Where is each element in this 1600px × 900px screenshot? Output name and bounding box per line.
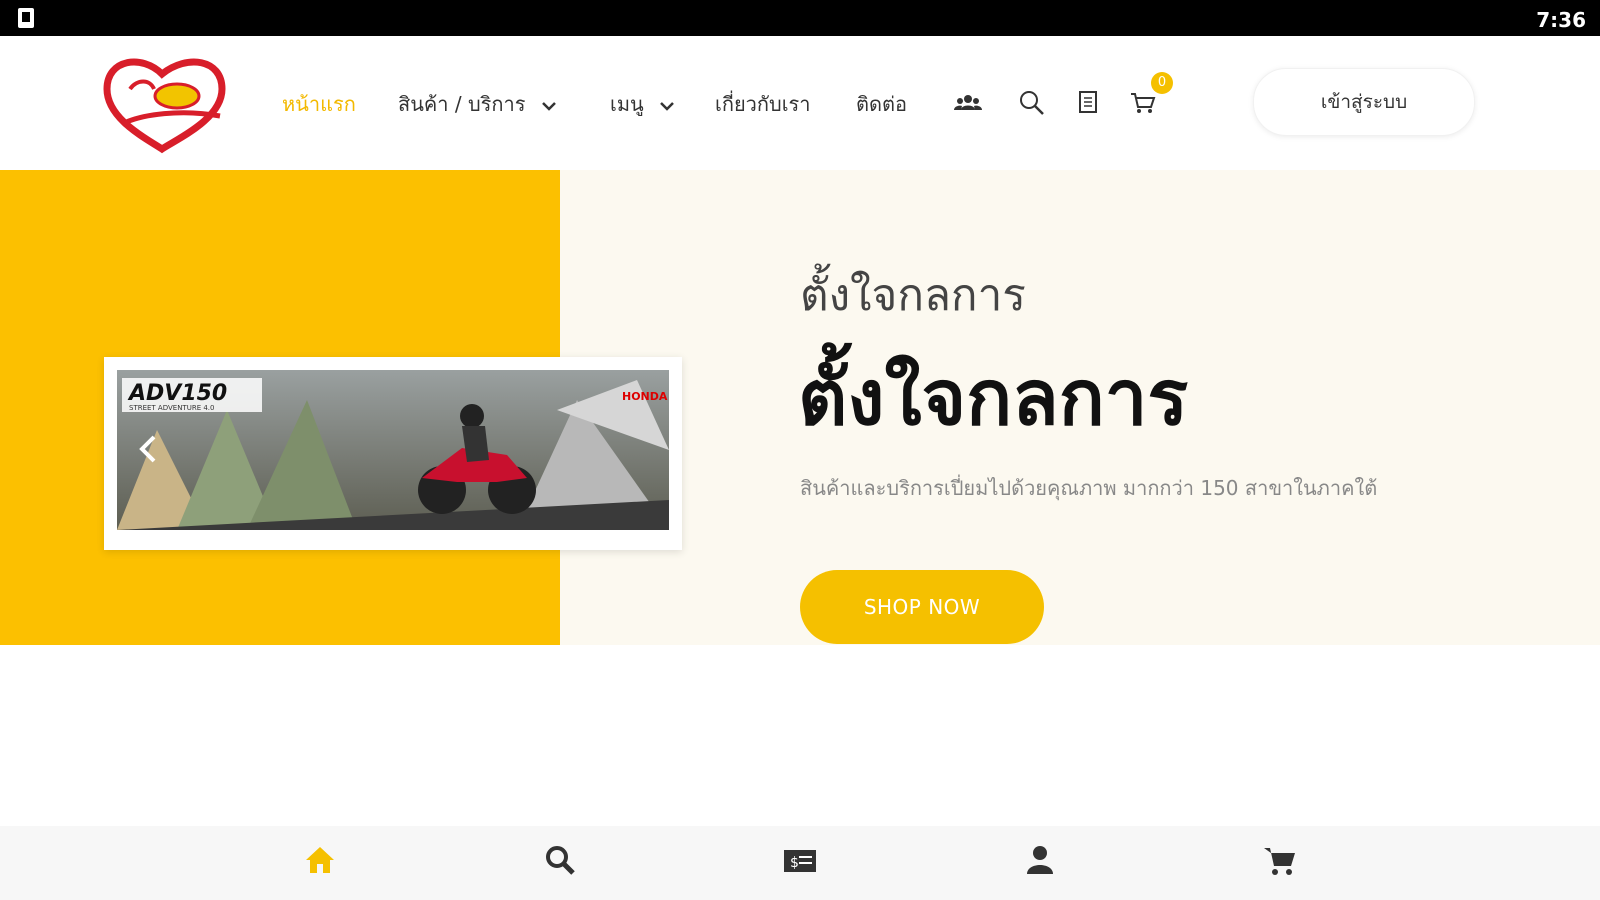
slide-brand-text: HONDA bbox=[622, 390, 668, 403]
hero-section: ADV150 STREET ADVENTURE 4.0 HONDA ตั้งใจ… bbox=[0, 170, 1600, 645]
document-icon[interactable] bbox=[1073, 88, 1103, 118]
users-icon[interactable] bbox=[953, 88, 983, 118]
nav-menu-label: เมนู bbox=[610, 92, 644, 116]
site-logo[interactable] bbox=[102, 54, 228, 154]
hero-slider[interactable]: ADV150 STREET ADVENTURE 4.0 HONDA bbox=[104, 357, 682, 550]
slide-tagline-text: STREET ADVENTURE 4.0 bbox=[129, 404, 214, 412]
slide-model-text: ADV150 bbox=[127, 381, 227, 406]
nav-products-services-label: สินค้า / บริการ bbox=[398, 92, 526, 116]
hero-description: สินค้าและบริการเปี่ยมไปด้วยคุณภาพ มากกว่… bbox=[800, 476, 1378, 500]
nav-menu[interactable]: เมนู bbox=[610, 88, 676, 120]
svg-text:$: $ bbox=[790, 855, 799, 871]
clock: 7:36 bbox=[1536, 8, 1586, 32]
nav-about[interactable]: เกี่ยวกับเรา bbox=[715, 88, 811, 120]
sim-icon bbox=[18, 8, 34, 28]
hero-title: ตั้งใจกลการ bbox=[798, 353, 1189, 442]
slider-prev-arrow[interactable] bbox=[132, 429, 164, 469]
status-bar: 7:36 bbox=[0, 0, 1600, 36]
shop-now-button[interactable]: SHOP NOW bbox=[800, 570, 1044, 644]
chevron-down-icon bbox=[660, 101, 674, 111]
nav-products-services[interactable]: สินค้า / บริการ bbox=[398, 88, 558, 120]
user-icon[interactable] bbox=[1022, 842, 1058, 878]
search-icon[interactable] bbox=[542, 842, 578, 878]
hero-subtitle: ตั้งใจกลการ bbox=[800, 270, 1026, 321]
cart-icon[interactable] bbox=[1262, 842, 1298, 878]
cart-count-badge: 0 bbox=[1151, 72, 1173, 94]
top-navigation: หน้าแรก สินค้า / บริการ เมนู เกี่ยวกับเร… bbox=[0, 36, 1600, 170]
nav-home[interactable]: หน้าแรก bbox=[282, 88, 356, 120]
login-button[interactable]: เข้าสู่ระบบ bbox=[1253, 68, 1475, 136]
bottom-navigation: $ bbox=[0, 826, 1600, 900]
home-icon[interactable] bbox=[302, 842, 338, 878]
slide-image-adv150: ADV150 STREET ADVENTURE 4.0 HONDA bbox=[117, 370, 669, 530]
search-icon[interactable] bbox=[1017, 88, 1047, 118]
chevron-down-icon bbox=[541, 101, 556, 111]
money-icon[interactable]: $ bbox=[782, 842, 818, 878]
nav-contact[interactable]: ติดต่อ bbox=[856, 88, 907, 120]
cart-icon[interactable] bbox=[1128, 88, 1158, 118]
